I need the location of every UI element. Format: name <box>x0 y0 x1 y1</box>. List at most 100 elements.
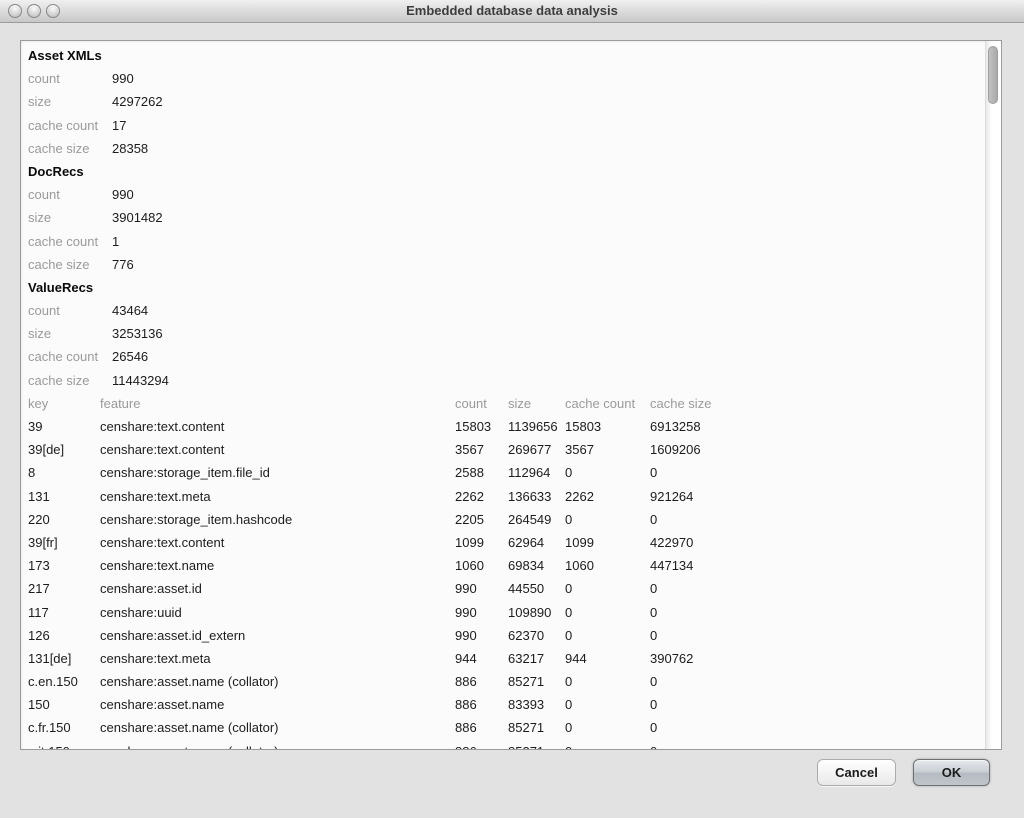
table-cell: c.it.150 <box>28 740 100 749</box>
column-header: cache count <box>565 392 650 415</box>
stat-label: cache count <box>28 345 112 368</box>
table-cell: 886 <box>455 716 508 739</box>
section-title: Asset XMLs <box>28 44 979 67</box>
column-header: count <box>455 392 508 415</box>
table-row: 8censhare:storage_item.file_id2588112964… <box>28 461 979 484</box>
table-cell: c.en.150 <box>28 670 100 693</box>
table-row: c.fr.150censhare:asset.name (collator)88… <box>28 716 979 739</box>
table-row: 217censhare:asset.id9904455000 <box>28 577 979 600</box>
titlebar: Embedded database data analysis <box>0 0 1024 23</box>
table-cell: 136633 <box>508 485 565 508</box>
stat-row: cache count26546 <box>28 345 979 368</box>
table-cell: c.fr.150 <box>28 716 100 739</box>
table-cell: 39 <box>28 415 100 438</box>
table-cell: 112964 <box>508 461 565 484</box>
stat-label: count <box>28 67 112 90</box>
table-row: c.en.150censhare:asset.name (collator)88… <box>28 670 979 693</box>
table-cell: 15803 <box>565 415 650 438</box>
table-cell: 150 <box>28 693 100 716</box>
table-cell: 85271 <box>508 740 565 749</box>
table-row: 173censhare:text.name1060698341060447134 <box>28 554 979 577</box>
table-cell: 3567 <box>565 438 650 461</box>
table-cell: 217 <box>28 577 100 600</box>
stat-label: count <box>28 183 112 206</box>
table-cell: 0 <box>565 670 650 693</box>
table-cell: 173 <box>28 554 100 577</box>
table-cell: censhare:text.name <box>100 554 455 577</box>
table-cell: 0 <box>565 624 650 647</box>
table-cell: censhare:text.meta <box>100 647 455 670</box>
table-cell: 447134 <box>650 554 979 577</box>
stat-row: size3901482 <box>28 206 979 229</box>
stat-label: cache size <box>28 253 112 276</box>
stat-value: 990 <box>112 183 979 206</box>
table-row: c.it.150censhare:asset.name (collator)88… <box>28 740 979 749</box>
stat-value: 26546 <box>112 345 979 368</box>
table-cell: 921264 <box>650 485 979 508</box>
table-row: 131[de]censhare:text.meta944632179443907… <box>28 647 979 670</box>
table-cell: 1139656 <box>508 415 565 438</box>
table-cell: 944 <box>565 647 650 670</box>
table-cell: censhare:storage_item.hashcode <box>100 508 455 531</box>
stat-value: 43464 <box>112 299 979 322</box>
stat-row: cache size776 <box>28 253 979 276</box>
table-cell: 6913258 <box>650 415 979 438</box>
stat-value: 3901482 <box>112 206 979 229</box>
stat-row: count990 <box>28 183 979 206</box>
table-row: 131censhare:text.meta2262136633226292126… <box>28 485 979 508</box>
table-cell: 0 <box>650 461 979 484</box>
scrollbar-thumb[interactable] <box>988 46 998 104</box>
table-cell: 131[de] <box>28 647 100 670</box>
table-cell: 0 <box>650 670 979 693</box>
stat-label: size <box>28 206 112 229</box>
table-cell: 944 <box>455 647 508 670</box>
table-cell: censhare:text.content <box>100 531 455 554</box>
table-cell: 264549 <box>508 508 565 531</box>
table-cell: censhare:text.meta <box>100 485 455 508</box>
table-cell: censhare:asset.id_extern <box>100 624 455 647</box>
stat-row: size3253136 <box>28 322 979 345</box>
table-cell: 85271 <box>508 670 565 693</box>
stat-value: 28358 <box>112 137 979 160</box>
table-cell: 83393 <box>508 693 565 716</box>
table-row: 39[fr]censhare:text.content1099629641099… <box>28 531 979 554</box>
table-cell: 0 <box>565 716 650 739</box>
table-cell: 0 <box>650 577 979 600</box>
table-cell: 990 <box>455 624 508 647</box>
stat-row: cache size28358 <box>28 137 979 160</box>
table-cell: 269677 <box>508 438 565 461</box>
table-cell: 886 <box>455 670 508 693</box>
vertical-scrollbar[interactable] <box>985 41 1001 749</box>
stat-row: count43464 <box>28 299 979 322</box>
table-cell: censhare:text.content <box>100 415 455 438</box>
table-cell: 220 <box>28 508 100 531</box>
stat-row: cache size11443294 <box>28 369 979 392</box>
stat-label: size <box>28 90 112 113</box>
table-cell: 39[fr] <box>28 531 100 554</box>
cancel-button[interactable]: Cancel <box>817 759 896 786</box>
stat-label: count <box>28 299 112 322</box>
table-cell: 0 <box>565 740 650 749</box>
table-cell: 0 <box>650 601 979 624</box>
stat-value: 3253136 <box>112 322 979 345</box>
table-cell: censhare:storage_item.file_id <box>100 461 455 484</box>
ok-button[interactable]: OK <box>913 759 990 786</box>
table-row: 126censhare:asset.id_extern9906237000 <box>28 624 979 647</box>
table-cell: 990 <box>455 601 508 624</box>
table-cell: 886 <box>455 693 508 716</box>
table-cell: censhare:asset.name (collator) <box>100 716 455 739</box>
table-cell: 2262 <box>565 485 650 508</box>
table-cell: censhare:text.content <box>100 438 455 461</box>
table-cell: censhare:asset.name (collator) <box>100 670 455 693</box>
stat-value: 1 <box>112 230 979 253</box>
analysis-content: Asset XMLscount990size4297262cache count… <box>28 44 979 749</box>
table-cell: 62370 <box>508 624 565 647</box>
window-title: Embedded database data analysis <box>0 0 1024 22</box>
table-cell: 0 <box>650 740 979 749</box>
table-cell: 39[de] <box>28 438 100 461</box>
table-row: 39censhare:text.content15803113965615803… <box>28 415 979 438</box>
table-cell: 131 <box>28 485 100 508</box>
table-row: 117censhare:uuid99010989000 <box>28 601 979 624</box>
table-cell: 0 <box>650 624 979 647</box>
stat-row: size4297262 <box>28 90 979 113</box>
